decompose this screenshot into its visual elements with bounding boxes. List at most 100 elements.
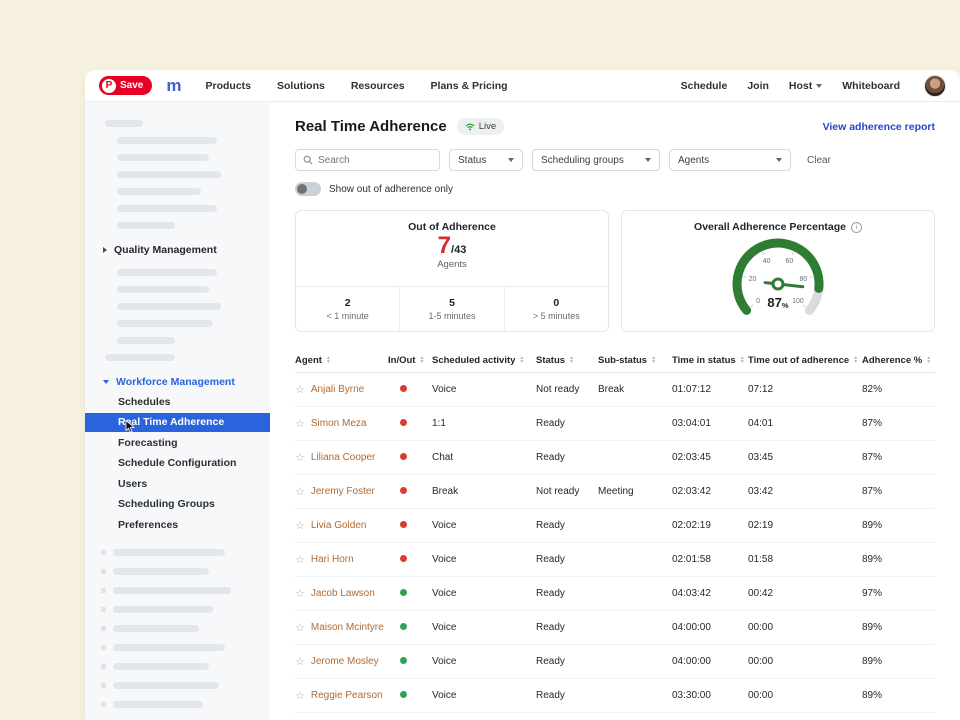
- sidebar-item-label: Schedule Configuration: [118, 457, 236, 469]
- time-out-of-adherence-cell: 00:00: [748, 656, 862, 667]
- table-row[interactable]: ☆ Jacob Lawson Voice Ready 04:03:42 00:4…: [295, 577, 935, 611]
- sidebar-item-label: Quality Management: [114, 244, 217, 256]
- sidebar-item-real-time-adherence[interactable]: Real Time Adherence: [85, 413, 270, 433]
- star-icon[interactable]: ☆: [295, 451, 305, 464]
- star-icon[interactable]: ☆: [295, 383, 305, 396]
- sidebar-item-workforce-management[interactable]: Workforce Management: [85, 373, 270, 391]
- nav-item-host-label: Host: [789, 80, 812, 92]
- agent-name-link[interactable]: Jacob Lawson: [311, 588, 375, 599]
- agent-name-link[interactable]: Anjali Byrne: [311, 384, 364, 395]
- nav-item-solutions[interactable]: Solutions: [277, 80, 325, 92]
- view-adherence-report-link[interactable]: View adherence report: [823, 121, 935, 133]
- pinterest-save-button[interactable]: P Save: [99, 76, 152, 95]
- star-icon[interactable]: ☆: [295, 655, 305, 668]
- sort-icon[interactable]: ▲▼: [326, 356, 331, 364]
- search-box[interactable]: [295, 149, 440, 171]
- table-row[interactable]: ☆ Jerome Mosley Voice Ready 04:00:00 00:…: [295, 645, 935, 679]
- agent-table-header: Agent▲▼ In/Out▲▼ Scheduled activity▲▼ St…: [295, 348, 935, 373]
- table-row[interactable]: ☆ Livia Golden Voice Ready 02:02:19 02:1…: [295, 509, 935, 543]
- status-dropdown[interactable]: Status: [449, 149, 523, 171]
- secondary-nav: Schedule Join Host Whiteboard: [681, 75, 946, 97]
- adherence-pct-cell: 89%: [862, 554, 935, 565]
- time-in-status-cell: 02:03:42: [672, 486, 748, 497]
- sidebar-item-preferences[interactable]: Preferences: [85, 515, 270, 535]
- table-row[interactable]: ☆ Hari Horn Voice Ready 02:01:58 01:58 8…: [295, 543, 935, 577]
- star-icon[interactable]: ☆: [295, 689, 305, 702]
- sort-icon[interactable]: ▲▼: [569, 356, 574, 364]
- star-icon[interactable]: ☆: [295, 519, 305, 532]
- nav-item-products[interactable]: Products: [205, 80, 251, 92]
- bucket-1-5-minutes: 5 1-5 minutes: [399, 287, 503, 331]
- agent-name-link[interactable]: Livia Golden: [311, 520, 367, 531]
- agent-name-link[interactable]: Simon Meza: [311, 418, 367, 429]
- scheduled-activity-cell: 1:1: [432, 418, 536, 429]
- nav-item-resources[interactable]: Resources: [351, 80, 405, 92]
- nav-item-host[interactable]: Host: [789, 80, 822, 92]
- sidebar-item-schedules[interactable]: Schedules: [85, 392, 270, 412]
- sort-icon[interactable]: ▲▼: [519, 356, 524, 364]
- agent-name-link[interactable]: Hari Horn: [311, 554, 354, 565]
- agent-name-link[interactable]: Maison Mcintyre: [311, 622, 384, 633]
- scheduling-groups-dropdown[interactable]: Scheduling groups: [532, 149, 660, 171]
- adherence-pct-cell: 89%: [862, 622, 935, 633]
- star-icon[interactable]: ☆: [295, 417, 305, 430]
- sort-icon[interactable]: ▲▼: [926, 356, 931, 364]
- skeleton-bar: [117, 137, 217, 144]
- sidebar-item-quality-management[interactable]: Quality Management: [85, 241, 270, 259]
- sort-icon[interactable]: ▲▼: [419, 356, 424, 364]
- pinterest-save-label: Save: [120, 80, 143, 91]
- agent-name-link[interactable]: Reggie Pearson: [311, 690, 383, 701]
- col-header-time-out-of-adherence[interactable]: Time out of adherence▲▼: [748, 355, 862, 366]
- sidebar-item-label: Workforce Management: [116, 376, 235, 388]
- star-icon[interactable]: ☆: [295, 587, 305, 600]
- col-header-scheduled-activity[interactable]: Scheduled activity▲▼: [432, 355, 536, 366]
- star-icon[interactable]: ☆: [295, 485, 305, 498]
- status-cell: Not ready: [536, 486, 598, 497]
- table-row[interactable]: ☆ Liliana Cooper Chat Ready 02:03:45 03:…: [295, 441, 935, 475]
- star-icon[interactable]: ☆: [295, 553, 305, 566]
- table-row[interactable]: ☆ Jeremy Foster Break Not ready Meeting …: [295, 475, 935, 509]
- nav-item-join[interactable]: Join: [747, 80, 769, 92]
- skeleton-bar: [113, 663, 209, 670]
- brand-logo[interactable]: m: [166, 77, 181, 94]
- agent-name-link[interactable]: Jeremy Foster: [311, 486, 375, 497]
- col-header-agent[interactable]: Agent▲▼: [295, 355, 388, 366]
- col-header-adherence-pct[interactable]: Adherence %▲▼: [862, 355, 935, 366]
- table-row[interactable]: ☆ Maison Mcintyre Voice Ready 04:00:00 0…: [295, 611, 935, 645]
- table-row[interactable]: ☆ Simon Meza 1:1 Ready 03:04:01 04:01 87…: [295, 407, 935, 441]
- sort-icon[interactable]: ▲▼: [740, 356, 745, 364]
- table-row[interactable]: ☆ Reggie Pearson Voice Ready 03:30:00 00…: [295, 679, 935, 713]
- out-of-adherence-toggle[interactable]: [295, 182, 321, 196]
- nav-item-whiteboard[interactable]: Whiteboard: [842, 80, 900, 92]
- chevron-right-icon: [103, 247, 107, 253]
- chevron-down-icon: [776, 158, 782, 162]
- nav-item-schedule[interactable]: Schedule: [681, 80, 728, 92]
- search-input[interactable]: [318, 155, 432, 166]
- agent-name-link[interactable]: Jerome Mosley: [311, 656, 379, 667]
- table-row[interactable]: ☆ Anjali Byrne Voice Not ready Break 01:…: [295, 373, 935, 407]
- sidebar-item-scheduling-groups[interactable]: Scheduling Groups: [85, 495, 270, 515]
- sidebar-item-forecasting[interactable]: Forecasting: [85, 433, 270, 453]
- col-header-time-in-status[interactable]: Time in status▲▼: [672, 355, 748, 366]
- bucket-label: < 1 minute: [327, 311, 369, 321]
- clear-filters-link[interactable]: Clear: [807, 155, 831, 166]
- sort-icon[interactable]: ▲▼: [853, 356, 858, 364]
- summary-cards: Out of Adherence 7 /43 Agents 2 < 1 minu…: [295, 210, 935, 332]
- agents-dropdown[interactable]: Agents: [669, 149, 791, 171]
- user-avatar[interactable]: [924, 75, 946, 97]
- page-title: Real Time Adherence: [295, 118, 447, 135]
- time-in-status-cell: 04:03:42: [672, 588, 748, 599]
- sort-icon[interactable]: ▲▼: [651, 356, 656, 364]
- agent-name-link[interactable]: Liliana Cooper: [311, 452, 376, 463]
- chevron-down-icon: [103, 380, 109, 384]
- nav-item-plans-pricing[interactable]: Plans & Pricing: [431, 80, 508, 92]
- agents-table: Agent▲▼ In/Out▲▼ Scheduled activity▲▼ St…: [295, 348, 935, 713]
- sidebar-item-schedule-configuration[interactable]: Schedule Configuration: [85, 454, 270, 474]
- col-header-status[interactable]: Status▲▼: [536, 355, 598, 366]
- sidebar-item-users[interactable]: Users: [85, 474, 270, 494]
- col-header-sub-status[interactable]: Sub-status▲▼: [598, 355, 672, 366]
- star-icon[interactable]: ☆: [295, 621, 305, 634]
- col-header-in-out[interactable]: In/Out▲▼: [388, 355, 432, 366]
- skeleton-bar: [113, 682, 219, 689]
- app-window: P Save m Products Solutions Resources Pl…: [85, 70, 960, 720]
